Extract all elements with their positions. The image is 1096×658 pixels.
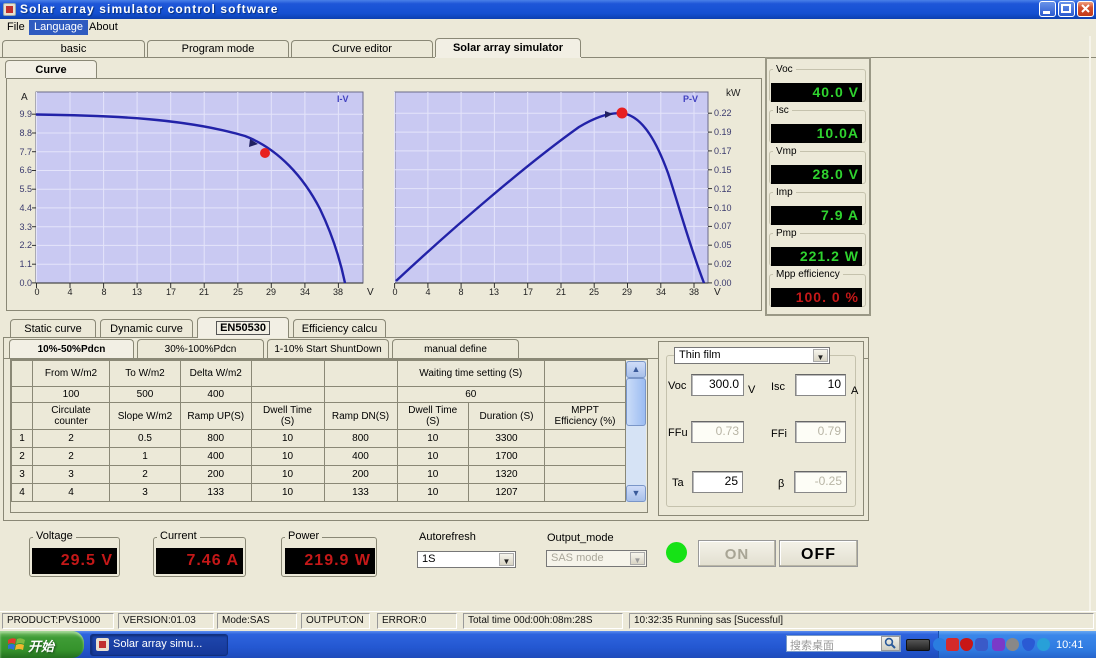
svg-text:29: 29 [266, 287, 276, 297]
svg-text:0.12: 0.12 [714, 184, 732, 194]
svg-text:13: 13 [132, 287, 142, 297]
svg-text:4: 4 [425, 287, 430, 297]
svg-text:5.5: 5.5 [19, 184, 32, 194]
svg-text:34: 34 [656, 287, 666, 297]
svg-text:8: 8 [101, 287, 106, 297]
svg-text:0.05: 0.05 [714, 240, 732, 250]
svg-text:0.0: 0.0 [19, 278, 32, 288]
svg-text:0: 0 [392, 287, 397, 297]
svg-text:25: 25 [589, 287, 599, 297]
svg-text:kW: kW [726, 88, 741, 99]
svg-text:29: 29 [622, 287, 632, 297]
svg-text:0.19: 0.19 [714, 127, 732, 137]
svg-text:21: 21 [199, 287, 209, 297]
svg-text:0.17: 0.17 [714, 146, 732, 156]
svg-text:V: V [714, 287, 721, 298]
svg-text:8: 8 [458, 287, 463, 297]
svg-text:0.02: 0.02 [714, 259, 732, 269]
svg-text:38: 38 [689, 287, 699, 297]
svg-text:2.2: 2.2 [19, 240, 32, 250]
svg-text:3.3: 3.3 [19, 222, 32, 232]
svg-text:0.07: 0.07 [714, 221, 732, 231]
svg-text:7.7: 7.7 [19, 147, 32, 157]
svg-text:0.10: 0.10 [714, 203, 732, 213]
svg-text:0.15: 0.15 [714, 165, 732, 175]
svg-text:0.22: 0.22 [714, 108, 732, 118]
svg-text:4.4: 4.4 [19, 203, 32, 213]
svg-text:34: 34 [300, 287, 310, 297]
svg-text:9.9: 9.9 [19, 109, 32, 119]
svg-text:21: 21 [556, 287, 566, 297]
svg-text:P-V: P-V [683, 94, 698, 104]
svg-text:0: 0 [34, 287, 39, 297]
svg-text:I-V: I-V [337, 94, 349, 104]
svg-text:17: 17 [166, 287, 176, 297]
svg-text:6.6: 6.6 [19, 165, 32, 175]
svg-text:17: 17 [523, 287, 533, 297]
svg-text:8.8: 8.8 [19, 128, 32, 138]
svg-text:1.1: 1.1 [19, 259, 32, 269]
svg-text:38: 38 [333, 287, 343, 297]
svg-text:13: 13 [489, 287, 499, 297]
svg-text:4: 4 [67, 287, 72, 297]
svg-text:25: 25 [233, 287, 243, 297]
svg-text:V: V [367, 287, 374, 298]
svg-text:A: A [21, 92, 28, 103]
